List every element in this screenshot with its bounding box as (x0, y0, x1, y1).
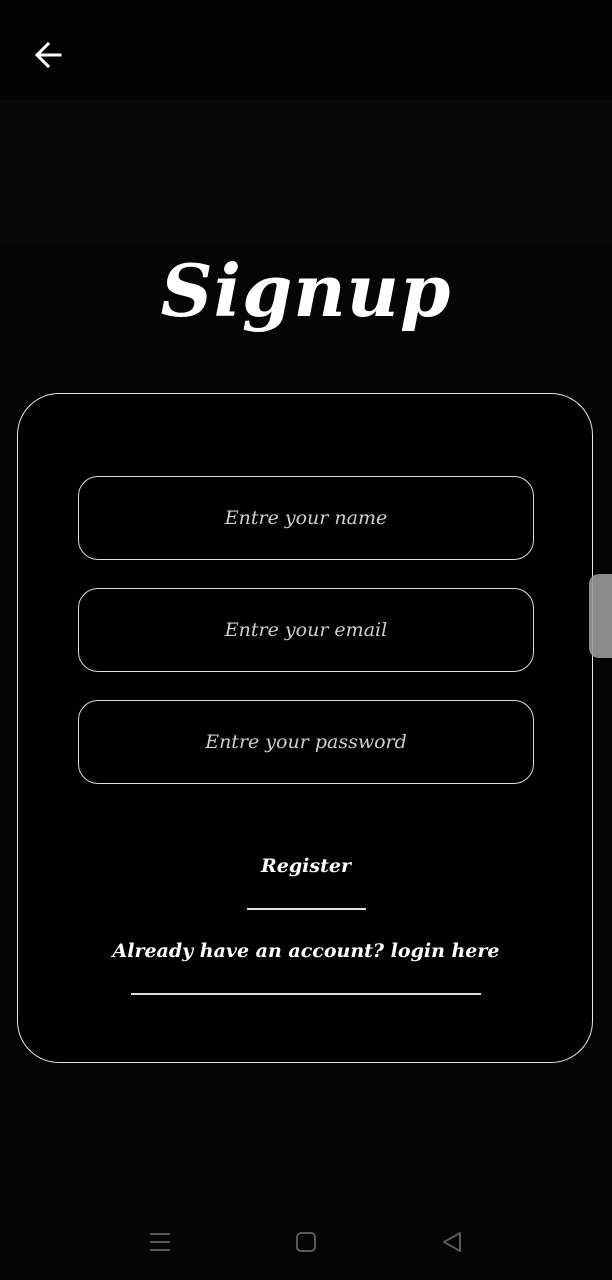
login-underline (131, 993, 481, 995)
password-field[interactable] (78, 700, 534, 784)
header-band (0, 100, 612, 245)
register-underline (247, 908, 366, 910)
back-button[interactable] (24, 32, 72, 78)
back-nav-button[interactable] (436, 1226, 468, 1258)
login-link[interactable]: Already have an account? login here (0, 940, 612, 962)
arrow-left-icon (34, 41, 62, 69)
register-button[interactable]: Register (0, 855, 612, 877)
email-field[interactable] (78, 588, 534, 672)
app-bar (0, 0, 612, 100)
menu-lines-icon (150, 1233, 170, 1251)
edge-panel-handle[interactable] (589, 574, 612, 658)
recent-apps-button[interactable] (144, 1226, 176, 1258)
name-field[interactable] (78, 476, 534, 560)
triangle-back-icon (443, 1232, 461, 1252)
home-button[interactable] (290, 1226, 322, 1258)
square-home-icon (296, 1232, 316, 1252)
page-title: Signup (160, 248, 452, 333)
signup-screen: Signup Register Already have an account?… (0, 0, 612, 1280)
